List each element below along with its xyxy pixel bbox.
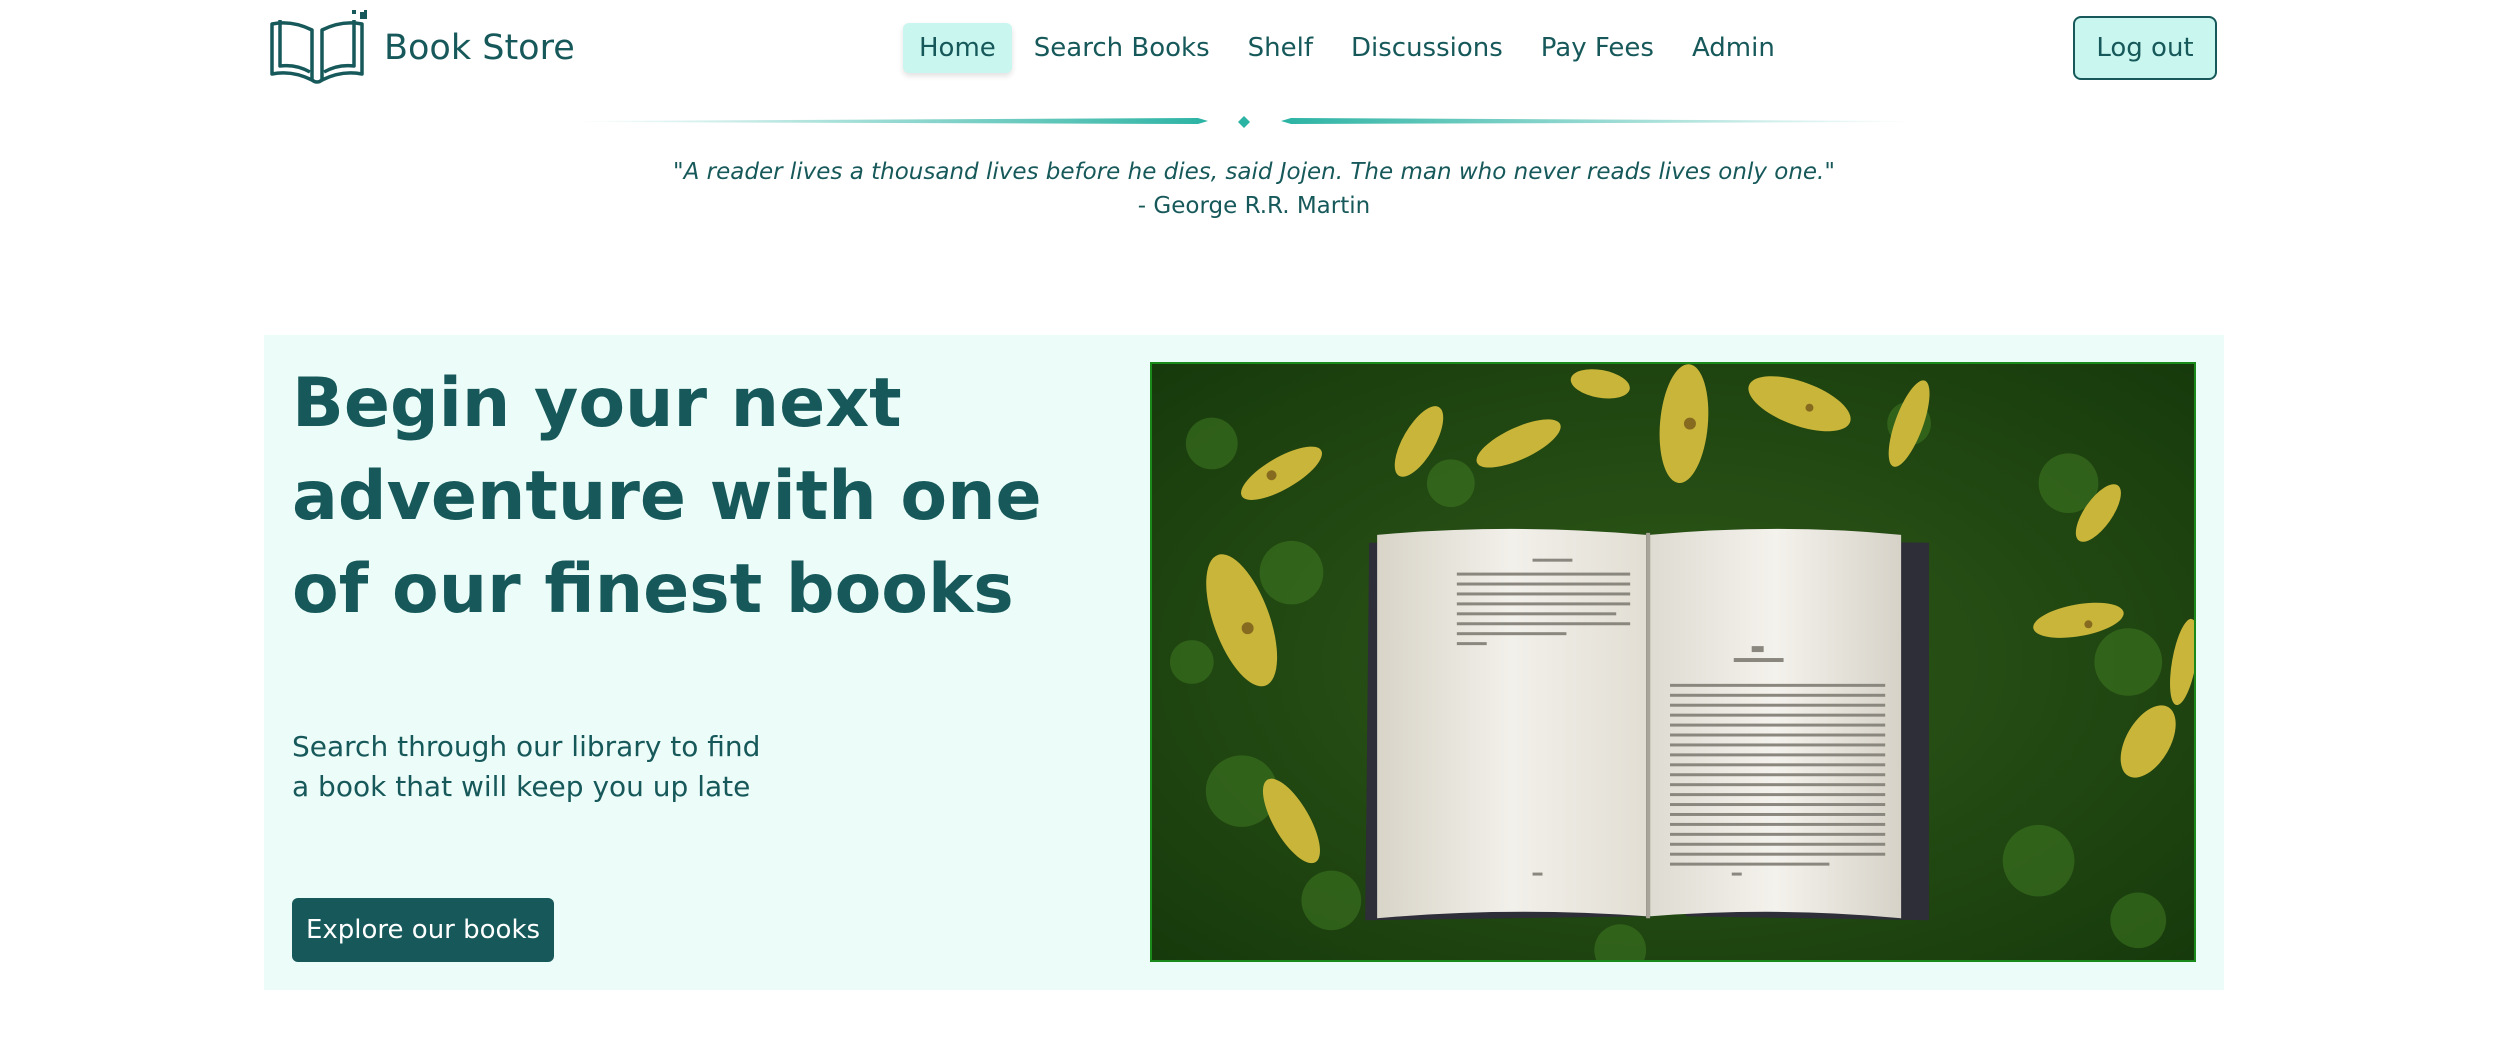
decorative-divider (578, 116, 1910, 128)
hero-image (1150, 362, 2196, 962)
nav-discussions[interactable]: Discussions (1335, 23, 1519, 73)
explore-books-button[interactable]: Explore our books (292, 898, 554, 962)
main-nav: Home Search Books Shelf Discussions Pay … (903, 23, 1797, 73)
quote-text: "A reader lives a thousand lives before … (673, 159, 1835, 185)
brand-name: Book Store (384, 28, 575, 68)
nav-home[interactable]: Home (903, 23, 1012, 73)
brand-link[interactable]: Book Store (266, 10, 575, 86)
hero-section: Begin your next adventure with one of ou… (264, 335, 2224, 990)
nav-search-books[interactable]: Search Books (1018, 23, 1226, 73)
open-book-on-grass-photo (1152, 364, 2194, 960)
quote-author: - George R.R. Martin (1137, 193, 1371, 219)
logout-button[interactable]: Log out (2073, 16, 2217, 80)
hero-subtitle: Search through our library to find a boo… (292, 730, 761, 803)
nav-shelf[interactable]: Shelf (1232, 23, 1329, 73)
open-book-logo-icon (270, 10, 367, 84)
quote-section: "A reader lives a thousand lives before … (0, 155, 2508, 223)
nav-pay-fees[interactable]: Pay Fees (1525, 23, 1670, 73)
nav-admin[interactable]: Admin (1676, 23, 1791, 73)
hero-title: Begin your next adventure with one of ou… (292, 364, 1042, 629)
navbar: Book Store Home Search Books Shelf Discu… (0, 0, 2508, 96)
